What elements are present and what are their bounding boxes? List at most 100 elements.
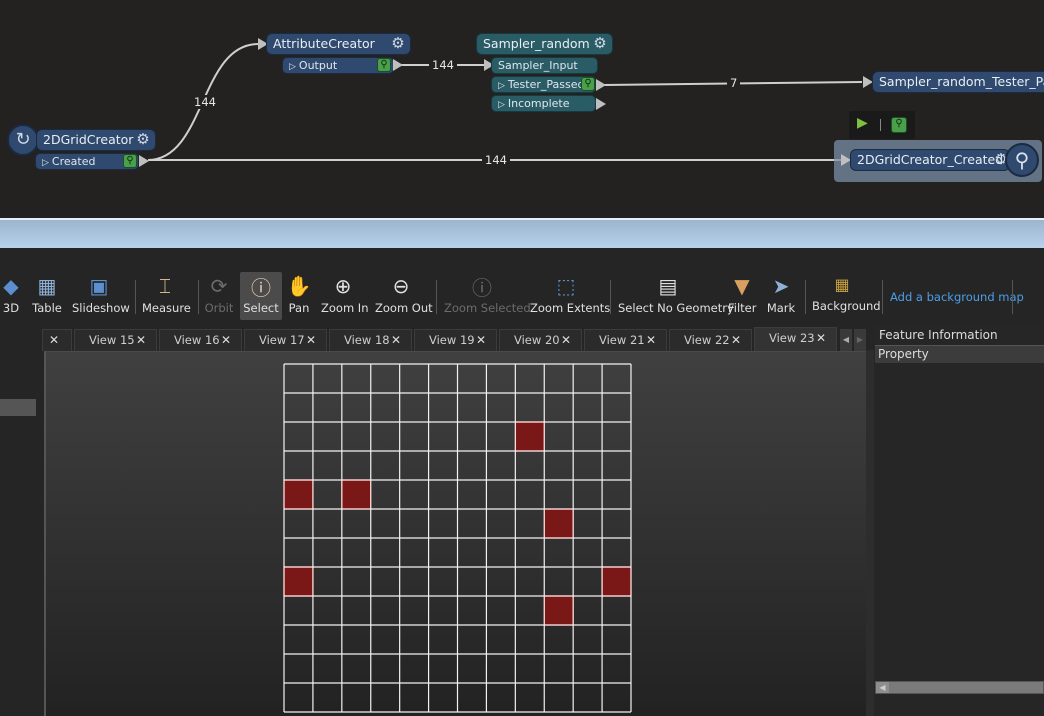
panel-splitter[interactable] <box>866 350 874 716</box>
zoom-selected-icon: ⓘ <box>472 275 492 300</box>
gear-icon[interactable]: ⚙ <box>592 35 608 51</box>
toolbar-pan-button[interactable]: ✋ Pan <box>286 272 312 320</box>
tab-view[interactable]: View 18 ✕ <box>329 329 412 351</box>
selected-grid-cell[interactable] <box>543 595 574 626</box>
gear-icon[interactable]: ⚙ <box>135 131 151 147</box>
inspect-icon[interactable]: ⚲ <box>123 154 137 168</box>
toolbar-separator <box>805 280 806 314</box>
node-title[interactable]: Sampler_random ⚙ <box>476 33 613 55</box>
node-title[interactable]: AttributeCreator ⚙ <box>266 33 411 55</box>
node-name: 2DGridCreator_Created <box>857 152 1004 167</box>
button-label: Zoom Extents <box>530 301 611 315</box>
run-from-here-icon[interactable]: ▶ <box>857 115 868 131</box>
tab-label: View 18 <box>344 333 390 347</box>
tab-view[interactable]: View 20 ✕ <box>499 329 582 351</box>
gear-icon[interactable]: ⚙ <box>390 35 406 51</box>
tab-label: View 19 <box>429 333 475 347</box>
port-label: Sampler_Input <box>498 59 578 72</box>
close-tab-icon[interactable]: ✕ <box>49 330 59 350</box>
toolbar-filter-button[interactable]: ▼ Filter <box>728 272 756 320</box>
button-label: 3D <box>2 301 20 315</box>
inspect-icon[interactable]: ⚲ <box>377 58 391 72</box>
output-arrow-icon <box>393 59 403 71</box>
node-title[interactable]: Sampler_random_Tester_Pass <box>872 71 1044 93</box>
tab-view[interactable]: View 21 ✕ <box>584 329 667 351</box>
selected-grid-cell[interactable] <box>283 566 314 597</box>
close-tab-icon[interactable]: ✕ <box>476 330 486 350</box>
tab-view[interactable]: View 23 ✕ <box>754 327 837 352</box>
close-tab-icon[interactable]: ✕ <box>391 330 401 350</box>
node-title[interactable]: 2DGridCreator_Created ⚙ <box>850 149 1010 171</box>
toolbar-select-no-geometry-button[interactable]: ▤ Select No Geometry <box>618 272 734 320</box>
toolbar-slideshow-button[interactable]: ▣ Slideshow <box>72 272 130 320</box>
output-port-incomplete[interactable]: ▷ Incomplete <box>491 95 596 112</box>
button-label: Orbit <box>204 301 234 315</box>
selected-grid-cell[interactable] <box>514 421 545 452</box>
left-panel-selected-row[interactable] <box>0 399 36 416</box>
scroll-left-icon[interactable]: ◀ <box>876 682 889 693</box>
toolbar-separator <box>436 280 437 314</box>
toolbar-separator <box>135 280 136 314</box>
node-title[interactable]: 2DGridCreator ⚙ <box>36 129 156 151</box>
tab-label: View 17 <box>259 333 305 347</box>
selected-grid-cell[interactable] <box>283 479 314 510</box>
button-label: Filter <box>728 301 757 315</box>
toolbar-separator <box>1012 280 1013 314</box>
button-label: Background <box>812 299 881 313</box>
tab-view[interactable]: View 19 ✕ <box>414 329 497 351</box>
tab-scroll-right-button[interactable]: ▶ <box>854 329 866 351</box>
toolbar-zoom-in-button[interactable]: ⊕ Zoom In <box>321 272 369 320</box>
button-label: Table <box>32 301 62 315</box>
map-viewport[interactable] <box>44 351 867 716</box>
close-tab-icon[interactable]: ✕ <box>646 330 656 350</box>
tab-view[interactable]: View 16 ✕ <box>159 329 242 351</box>
grid-geometry[interactable] <box>283 363 633 715</box>
node-name: Sampler_random_Tester_Pass <box>879 74 1044 89</box>
output-arrow-icon <box>139 155 149 167</box>
toolbar-table-button[interactable]: ▦ Table <box>30 272 64 320</box>
port-label: Output <box>298 59 338 72</box>
tab-partial[interactable]: ✕ <box>42 329 72 351</box>
close-tab-icon[interactable]: ✕ <box>136 330 146 350</box>
button-label: Select <box>243 301 279 315</box>
close-tab-icon[interactable]: ✕ <box>731 330 741 350</box>
toolbar-zoom-extents-button[interactable]: ⬚ Zoom Extents <box>530 272 611 320</box>
toolbar-zoom-out-button[interactable]: ⊖ Zoom Out <box>375 272 433 320</box>
property-column-header[interactable]: Property <box>875 345 1044 363</box>
selected-grid-cell[interactable] <box>341 479 372 510</box>
inspector-magnifier-icon: ⚲ <box>1005 143 1039 177</box>
close-tab-icon[interactable]: ✕ <box>306 330 316 350</box>
input-port-sampler-input[interactable]: Sampler_Input <box>491 57 598 74</box>
toolbar-zoom-selected-button[interactable]: ⓘ Zoom Selected <box>444 272 531 320</box>
tab-view[interactable]: View 15 ✕ <box>74 329 157 351</box>
toolbar-orbit-button[interactable]: ⟳ Orbit <box>204 272 234 320</box>
close-tab-icon[interactable]: ✕ <box>561 330 571 350</box>
toolbar-measure-button[interactable]: ⌶ Measure <box>142 272 191 320</box>
inspect-icon[interactable]: ⚲ <box>581 77 595 91</box>
workspace-canvas[interactable]: 144 144 7 144 ↻ 2DGridCreator ⚙ ▷ Created… <box>0 0 1044 218</box>
orbit-icon: ⟳ <box>210 274 228 298</box>
connection-count: 144 <box>482 153 510 167</box>
close-tab-icon[interactable]: ✕ <box>221 330 231 350</box>
panel-header-band <box>0 248 1044 270</box>
inspect-icon[interactable]: ⚲ <box>891 117 907 133</box>
horizontal-scrollbar[interactable]: ◀ <box>875 681 1044 694</box>
button-label: Slideshow <box>72 301 130 315</box>
tab-view[interactable]: View 22 ✕ <box>669 329 752 351</box>
triangle-icon: ▷ <box>289 62 296 72</box>
panel-divider-band[interactable] <box>0 220 1044 248</box>
close-tab-icon[interactable]: ✕ <box>816 328 826 348</box>
toolbar-3d-button[interactable]: ◆ 3D <box>0 272 22 320</box>
tab-scroll-left-button[interactable]: ◀ <box>840 329 852 351</box>
node-action-toolbar: ▶ ⚲ <box>849 111 915 139</box>
port-label: Created <box>51 155 96 168</box>
selected-grid-cell[interactable] <box>601 566 632 597</box>
tab-view[interactable]: View 17 ✕ <box>244 329 327 351</box>
add-background-map-link[interactable]: Add a background map <box>890 290 1024 304</box>
zoom-in-icon: ⊕ <box>334 274 352 298</box>
toolbar-select-button[interactable]: ⓘ Select <box>240 272 282 320</box>
toolbar-mark-button[interactable]: ➤ Mark <box>766 272 796 320</box>
tab-label: View 15 <box>89 333 135 347</box>
toolbar-background-button[interactable]: ▦ Background <box>812 270 881 318</box>
selected-grid-cell[interactable] <box>543 508 574 539</box>
